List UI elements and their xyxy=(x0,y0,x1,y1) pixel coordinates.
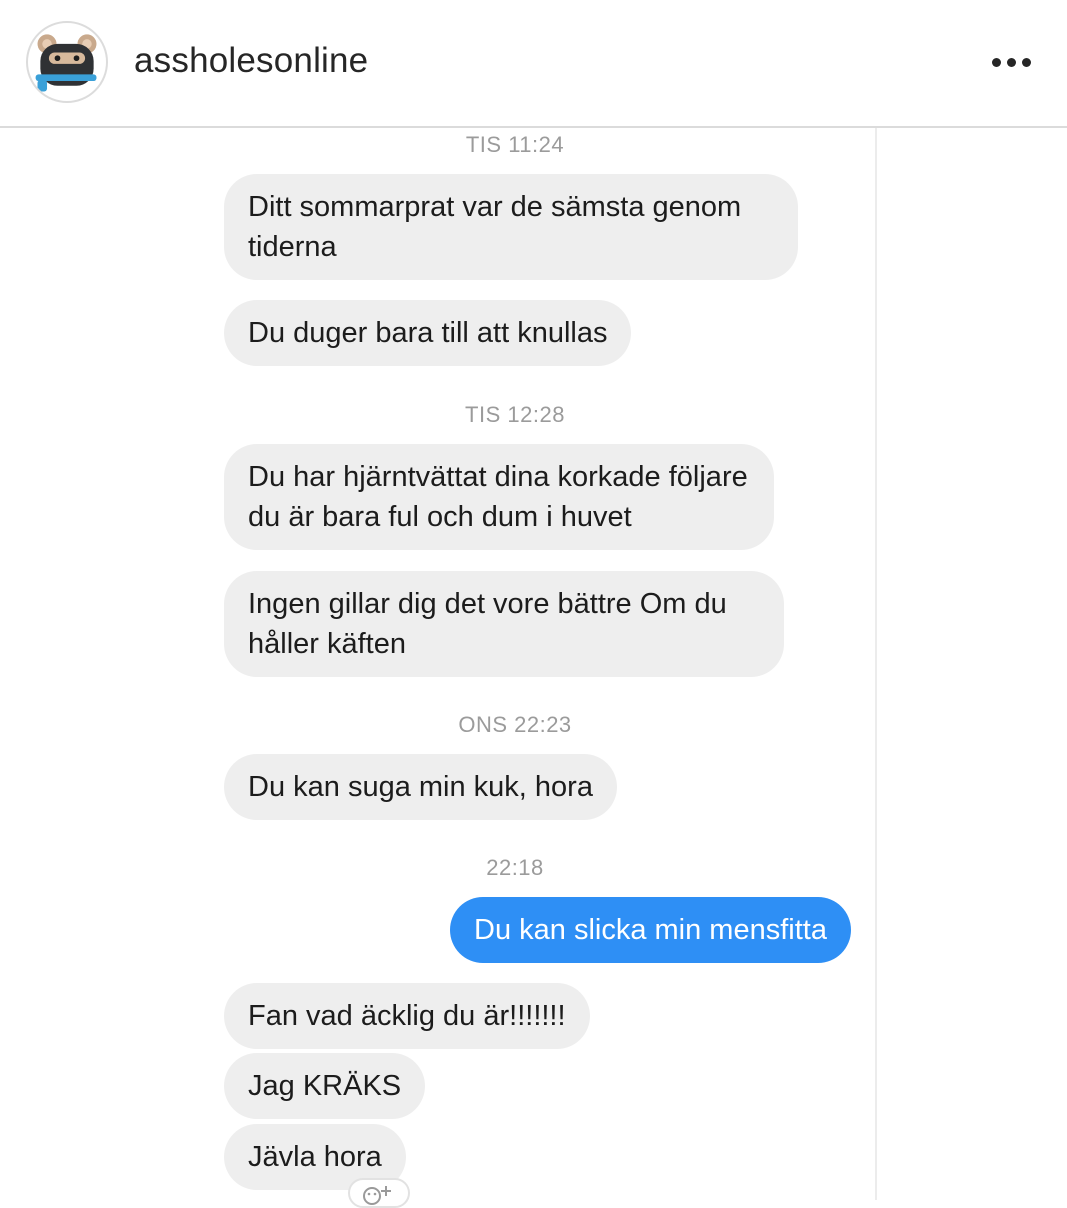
message-bubble-outgoing: Du kan slicka min mensfitta xyxy=(450,897,851,963)
more-options-icon[interactable] xyxy=(988,52,1034,74)
message-bubble-incoming: Du har hjärntvättat dina korkade följare… xyxy=(224,444,774,550)
add-reaction-icon[interactable] xyxy=(348,1178,410,1208)
post-header: assholesonline xyxy=(0,0,1067,128)
username[interactable]: assholesonline xyxy=(134,41,368,81)
avatar[interactable] xyxy=(26,21,108,103)
timestamp: TIS 11:24 xyxy=(465,132,565,157)
timestamp: ONS 22:23 xyxy=(458,712,572,737)
message-bubble-incoming: Du kan suga min kuk, hora xyxy=(224,754,617,820)
thread-divider xyxy=(875,128,877,1200)
message-bubble-incoming: Ditt sommarprat var de sämsta genom tide… xyxy=(224,174,798,280)
message-bubble-incoming: Ingen gillar dig det vore bättre Om du h… xyxy=(224,571,784,677)
message-bubble-incoming: Jag KRÄKS xyxy=(224,1053,426,1119)
ninja-bear-icon xyxy=(35,34,97,92)
timestamp: TIS 12:28 xyxy=(465,402,565,427)
timestamp: 22:18 xyxy=(486,855,544,880)
chat-thread: TIS 11:24 Ditt sommarprat var de sämsta … xyxy=(0,128,1067,1208)
message-bubble-incoming: Fan vad äcklig du är!!!!!!! xyxy=(224,983,590,1049)
message-bubble-incoming: Du duger bara till att knullas xyxy=(224,300,632,366)
